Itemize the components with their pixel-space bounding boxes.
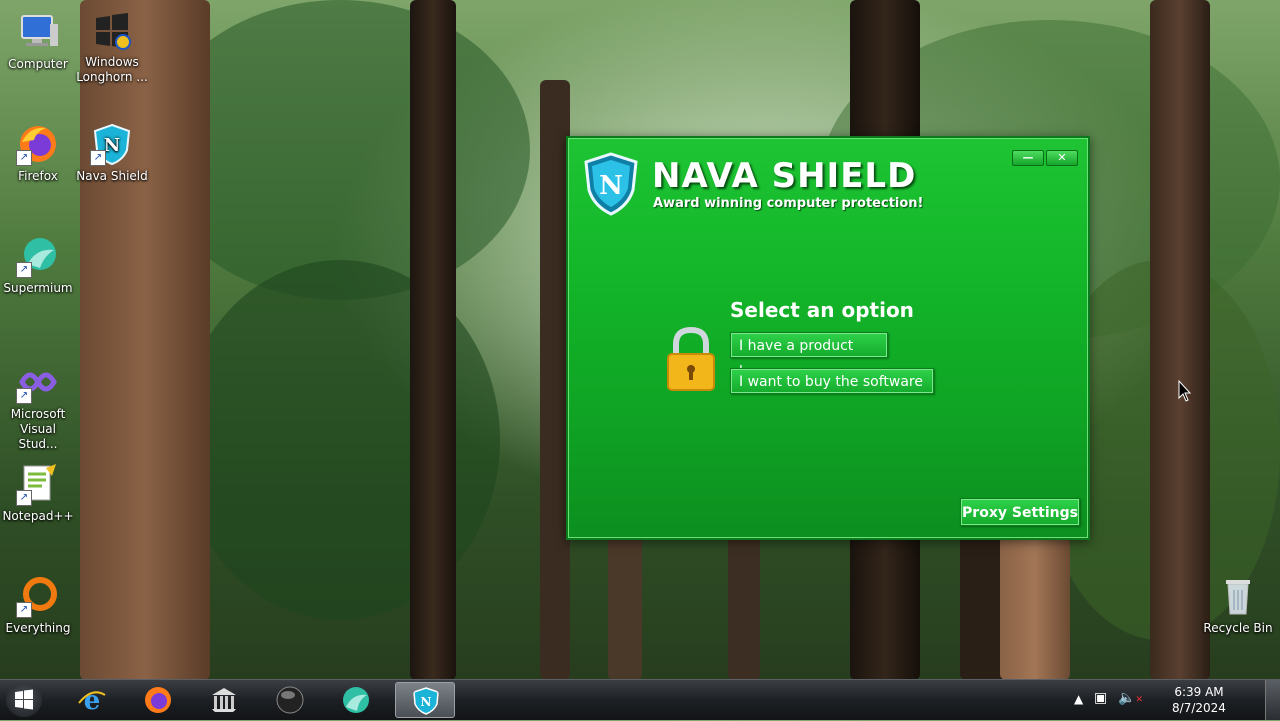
recycle-bin-icon <box>1216 574 1260 618</box>
show-hidden-icons-icon[interactable]: ▲ <box>1074 692 1083 706</box>
desktop-icon-windows-longhorn[interactable]: Windows Longhorn ... <box>74 8 150 85</box>
shortcut-arrow-icon: ↗ <box>16 490 32 506</box>
computer-icon <box>16 10 60 54</box>
notepadpp-icon: ↗ <box>16 462 60 506</box>
tree-trunk <box>80 0 210 680</box>
taskbar: e N ▲ ▣ 🔈✕ 6:39 AM 8/7/2024 <box>0 679 1280 720</box>
app-title: NAVA SHIELD <box>652 156 917 196</box>
taskbar-library[interactable] <box>194 682 254 718</box>
shortcut-arrow-icon: ↗ <box>16 150 32 166</box>
shortcut-arrow-icon: ↗ <box>16 262 32 278</box>
nava-shield-icon: N ↗ <box>90 122 134 166</box>
windows-logo-icon <box>90 8 134 52</box>
everything-icon: ↗ <box>16 574 60 618</box>
shortcut-arrow-icon: ↗ <box>16 602 32 618</box>
desktop-icon-label: Supermium <box>3 281 73 295</box>
network-icon[interactable]: ▣ <box>1094 690 1107 706</box>
tree-trunk <box>608 520 642 680</box>
app-tagline: Award winning computer protection! <box>653 196 924 211</box>
desktop-icon-computer[interactable]: Computer <box>0 10 76 72</box>
clock[interactable]: 6:39 AM 8/7/2024 <box>1164 684 1234 716</box>
nava-shield-logo-icon: N <box>582 152 640 216</box>
desktop-icon-label: Computer <box>8 57 68 71</box>
select-option-heading: Select an option <box>730 298 914 322</box>
visual-studio-icon: ↗ <box>16 360 60 404</box>
internet-explorer-icon: e <box>78 686 106 715</box>
desktop-icon-nava-shield[interactable]: N ↗ Nava Shield <box>74 122 150 184</box>
clock-time: 6:39 AM <box>1174 685 1224 699</box>
tree-trunk <box>410 0 456 680</box>
taskbar-media-player[interactable] <box>260 682 320 718</box>
shortcut-arrow-icon: ↗ <box>16 388 32 404</box>
volume-muted-icon[interactable]: 🔈✕ <box>1118 690 1143 706</box>
shortcut-arrow-icon: ↗ <box>90 150 106 166</box>
media-player-icon <box>276 686 304 714</box>
svg-text:N: N <box>104 135 120 156</box>
show-desktop-button[interactable] <box>1265 680 1280 720</box>
desktop-icon-notepadpp[interactable]: ↗ Notepad++ <box>0 462 76 524</box>
supermium-icon: ↗ <box>16 234 60 278</box>
mouse-cursor-icon <box>1178 379 1192 406</box>
firefox-icon: ↗ <box>16 122 60 166</box>
system-tray: ▲ ▣ 🔈✕ 6:39 AM 8/7/2024 <box>1074 680 1234 720</box>
padlock-icon <box>666 326 716 392</box>
desktop-icon-label: Firefox <box>18 169 58 183</box>
desktop-icon-recycle-bin[interactable]: Recycle Bin <box>1200 574 1276 636</box>
desktop-icon-everything[interactable]: ↗ Everything <box>0 574 76 636</box>
proxy-settings-button[interactable]: Proxy Settings <box>960 498 1080 526</box>
supermium-icon <box>343 687 369 713</box>
desktop-icon-label: Everything <box>5 621 71 635</box>
nava-shield-window: N NAVA SHIELD Award winning computer pro… <box>566 136 1090 540</box>
firefox-icon <box>145 687 171 713</box>
clock-date: 8/7/2024 <box>1172 701 1226 715</box>
taskbar-nava-shield[interactable]: N <box>395 682 455 718</box>
nava-shield-icon: N <box>413 687 439 715</box>
minimize-button[interactable]: — <box>1012 150 1044 166</box>
desktop-icon-supermium[interactable]: ↗ Supermium <box>0 234 76 296</box>
library-icon <box>212 688 236 712</box>
svg-text:N: N <box>421 695 432 709</box>
tree-trunk <box>728 520 760 680</box>
product-key-button[interactable]: I have a product key. <box>730 332 888 380</box>
taskbar-firefox[interactable] <box>128 682 188 718</box>
desktop-icon-label: Nava Shield <box>76 169 148 183</box>
desktop-icon-visual-studio[interactable]: ↗ Microsoft Visual Stud... <box>0 360 76 452</box>
desktop-icon-label: Notepad++ <box>2 509 74 523</box>
desktop-icon-label: Windows Longhorn ... <box>76 55 148 84</box>
close-button[interactable]: ✕ <box>1046 150 1078 166</box>
svg-text:N: N <box>599 171 623 201</box>
taskbar-supermium[interactable] <box>326 682 386 718</box>
svg-text:e: e <box>84 686 101 715</box>
desktop-icon-label: Microsoft Visual Stud... <box>10 407 66 451</box>
taskbar-internet-explorer[interactable]: e <box>62 682 122 718</box>
desktop-icon-firefox[interactable]: ↗ Firefox <box>0 122 76 184</box>
start-button[interactable] <box>6 683 42 717</box>
windows-logo-icon <box>15 689 33 710</box>
tree-trunk <box>1000 520 1070 680</box>
desktop-icon-label: Recycle Bin <box>1203 621 1273 635</box>
buy-software-button[interactable]: I want to buy the software <box>730 368 934 394</box>
